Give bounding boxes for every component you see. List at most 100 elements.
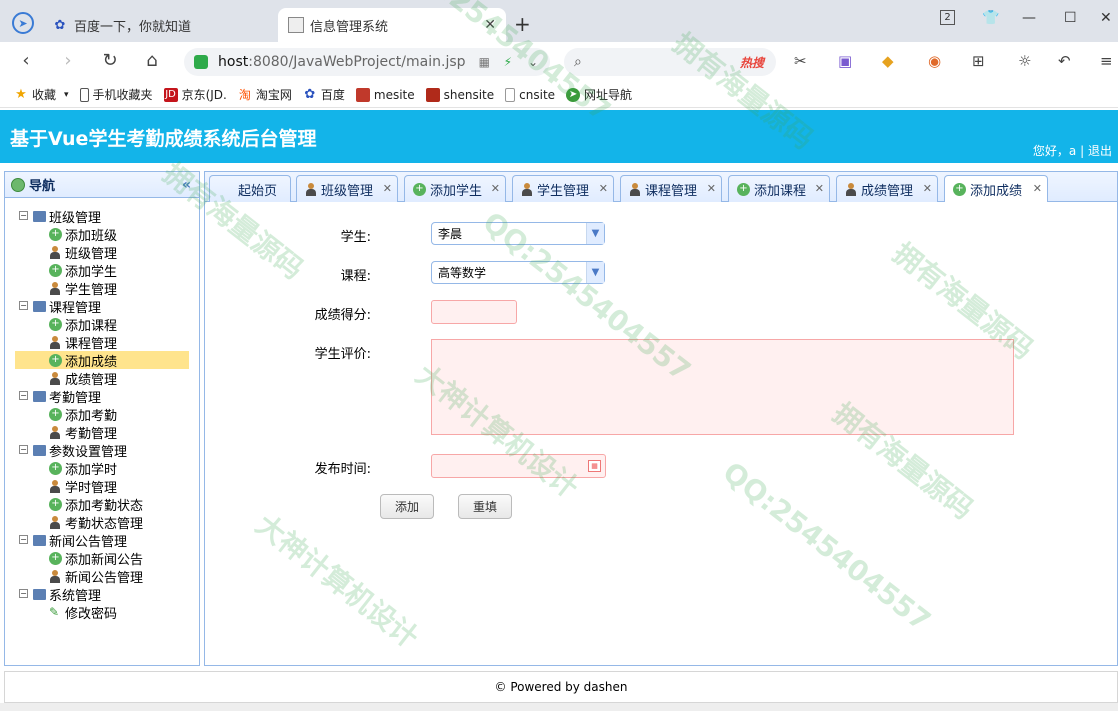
bookmark-nav[interactable]: ➤ 网址导航 — [566, 86, 632, 103]
sidebar-item-add-course[interactable]: + 添加课程 — [5, 315, 199, 334]
tree-group-news[interactable]: − 新闻公告管理 — [5, 531, 199, 550]
sidebar-item-add-attendance[interactable]: + 添加考勤 — [5, 405, 199, 424]
collapse-icon[interactable]: « — [182, 177, 191, 193]
tree-group-attendance[interactable]: − 考勤管理 — [5, 387, 199, 406]
bookmark-mobile[interactable]: 手机收藏夹 — [79, 86, 153, 103]
close-tab-icon[interactable]: ✕ — [599, 182, 608, 195]
add-icon: + — [49, 353, 62, 367]
nav-globe-icon — [11, 177, 25, 192]
tree-collapse-icon[interactable]: − — [19, 391, 28, 400]
close-tab-icon[interactable]: ✕ — [484, 17, 496, 33]
sidebar-item-label: 添加学生 — [65, 264, 118, 280]
calendar-icon[interactable]: ▦ — [588, 460, 601, 472]
sidebar-item-add-score[interactable]: + 添加成绩 — [15, 351, 189, 370]
course-select[interactable]: 高等数学 ▼ — [431, 261, 605, 284]
add-button[interactable]: 添加 — [380, 494, 434, 519]
nav-tree: − 班级管理 + 添加班级 班级管理 + 添加学生 学生管理 − 课程管理 + 添加课… — [5, 198, 199, 622]
tab-course-manage[interactable]: 课程管理 ✕ — [620, 175, 722, 202]
minimize-icon[interactable]: — — [1022, 10, 1036, 26]
tab-label: 添加课程 — [754, 183, 807, 199]
bookmark-cnsite[interactable]: cnsite — [505, 87, 555, 102]
tab-add-course[interactable]: + 添加课程 ✕ — [728, 175, 830, 202]
bookmark-mesite[interactable]: mesite — [355, 87, 415, 102]
chevron-down-icon[interactable]: ▼ — [586, 223, 604, 244]
comment-textarea[interactable] — [431, 339, 1014, 435]
tree-collapse-icon[interactable]: − — [19, 535, 28, 544]
search-box[interactable]: ⌕ 热搜 — [564, 48, 776, 76]
tree-group-params[interactable]: − 参数设置管理 — [5, 441, 199, 460]
tree-group-course[interactable]: − 课程管理 — [5, 297, 199, 316]
bookmark-shensite[interactable]: shensite — [425, 87, 494, 102]
close-tab-icon[interactable]: ✕ — [707, 182, 716, 195]
bookmark-baidu[interactable]: ✿ 百度 — [303, 86, 344, 103]
translate-icon[interactable]: ▣ — [838, 52, 852, 70]
score-input[interactable] — [431, 300, 517, 324]
close-tab-icon[interactable]: ✕ — [815, 182, 824, 195]
tree-group-system[interactable]: − 系统管理 — [5, 585, 199, 604]
browser-tab-baidu[interactable]: ✿ 百度一下，你就知道 — [52, 8, 272, 42]
sidebar-item-add-news[interactable]: + 添加新闻公告 — [5, 549, 199, 568]
tab-add-student[interactable]: + 添加学生 ✕ — [404, 175, 506, 202]
publish-time-input[interactable]: ▦ — [431, 454, 606, 478]
shirt-icon[interactable]: 👕 — [982, 10, 999, 26]
close-tab-icon[interactable]: ✕ — [1033, 182, 1042, 195]
logout-link[interactable]: 退出 — [1088, 144, 1112, 158]
tab-class-manage[interactable]: 班级管理 ✕ — [296, 175, 398, 202]
tree-collapse-icon[interactable]: − — [19, 211, 28, 220]
sidebar-item-add-hours[interactable]: + 添加学时 — [5, 459, 199, 478]
menu-icon[interactable]: ≡ — [1100, 52, 1113, 70]
game-icon[interactable]: ◉ — [928, 52, 941, 70]
chevron-down-icon[interactable]: ⌄ — [528, 55, 538, 69]
forward-icon[interactable]: › — [56, 50, 80, 71]
tab-home[interactable]: 起始页 — [209, 175, 291, 202]
bookmark-taobao[interactable]: 淘 淘宝网 — [238, 86, 292, 103]
tree-collapse-icon[interactable]: − — [19, 301, 28, 310]
scissors-icon[interactable]: ✂ — [794, 52, 807, 70]
close-tab-icon[interactable]: ✕ — [491, 182, 500, 195]
brightness-icon[interactable]: ☼ — [1018, 52, 1031, 70]
tree-collapse-icon[interactable]: − — [19, 445, 28, 454]
user-icon — [305, 182, 317, 196]
back-icon[interactable]: ‹ — [14, 50, 38, 71]
sidebar-item-hours-manage[interactable]: 学时管理 — [5, 477, 199, 496]
sidebar-item-class-manage[interactable]: 班级管理 — [5, 243, 199, 262]
address-bar[interactable]: host :8080/JavaWebProject/main.jsp ▦ ⚡ ⌄ — [184, 48, 550, 76]
maximize-icon[interactable]: ☐ — [1064, 10, 1077, 26]
sidebar-item-change-password[interactable]: ✎ 修改密码 — [5, 603, 199, 622]
sidebar-item-add-student[interactable]: + 添加学生 — [5, 261, 199, 280]
qr-code-icon[interactable]: ▦ — [479, 55, 490, 69]
bookmark-favorites[interactable]: ★ 收藏 ▾ — [14, 86, 68, 103]
sidebar-item-news-manage[interactable]: 新闻公告管理 — [5, 567, 199, 586]
tree-collapse-icon[interactable]: − — [19, 589, 28, 598]
student-select[interactable]: 李晨 ▼ — [431, 222, 605, 245]
tree-group-class[interactable]: − 班级管理 — [5, 207, 199, 226]
chevron-down-icon[interactable]: ▼ — [586, 262, 604, 283]
undo-icon[interactable]: ↶ — [1058, 52, 1071, 70]
extension-icon[interactable]: ◆ — [882, 52, 894, 70]
sidebar-item-add-att-status[interactable]: + 添加考勤状态 — [5, 495, 199, 514]
window-count-badge[interactable]: 2 — [940, 10, 955, 25]
apps-grid-icon[interactable]: ⊞ — [972, 52, 985, 70]
sidebar-item-score-manage[interactable]: 成绩管理 — [5, 369, 199, 388]
bookmark-jd[interactable]: JD 京东(JD. — [163, 86, 227, 103]
tab-add-score[interactable]: + 添加成绩 ✕ — [944, 175, 1048, 203]
bolt-icon[interactable]: ⚡ — [504, 55, 512, 69]
sidebar-item-add-class[interactable]: + 添加班级 — [5, 225, 199, 244]
reload-icon[interactable]: ↻ — [98, 50, 122, 71]
home-icon[interactable]: ⌂ — [140, 50, 164, 71]
tab-score-manage[interactable]: 成绩管理 ✕ — [836, 175, 938, 202]
close-window-icon[interactable]: ✕ — [1100, 10, 1112, 26]
sidebar-item-label: 添加学时 — [65, 462, 118, 478]
new-tab-icon[interactable]: + — [514, 12, 531, 36]
reset-button[interactable]: 重填 — [458, 494, 512, 519]
browser-tab-active[interactable]: 信息管理系统 ✕ — [278, 8, 506, 42]
sidebar-item-course-manage[interactable]: 课程管理 — [5, 333, 199, 352]
close-tab-icon[interactable]: ✕ — [923, 182, 932, 195]
hot-search-label[interactable]: 热搜 — [740, 54, 764, 71]
tab-student-manage[interactable]: 学生管理 ✕ — [512, 175, 614, 202]
sidebar-item-student-manage[interactable]: 学生管理 — [5, 279, 199, 298]
sidebar-item-label: 新闻公告管理 — [65, 570, 144, 586]
sidebar-item-attendance-manage[interactable]: 考勤管理 — [5, 423, 199, 442]
sidebar-item-att-status-manage[interactable]: 考勤状态管理 — [5, 513, 199, 532]
close-tab-icon[interactable]: ✕ — [383, 182, 392, 195]
